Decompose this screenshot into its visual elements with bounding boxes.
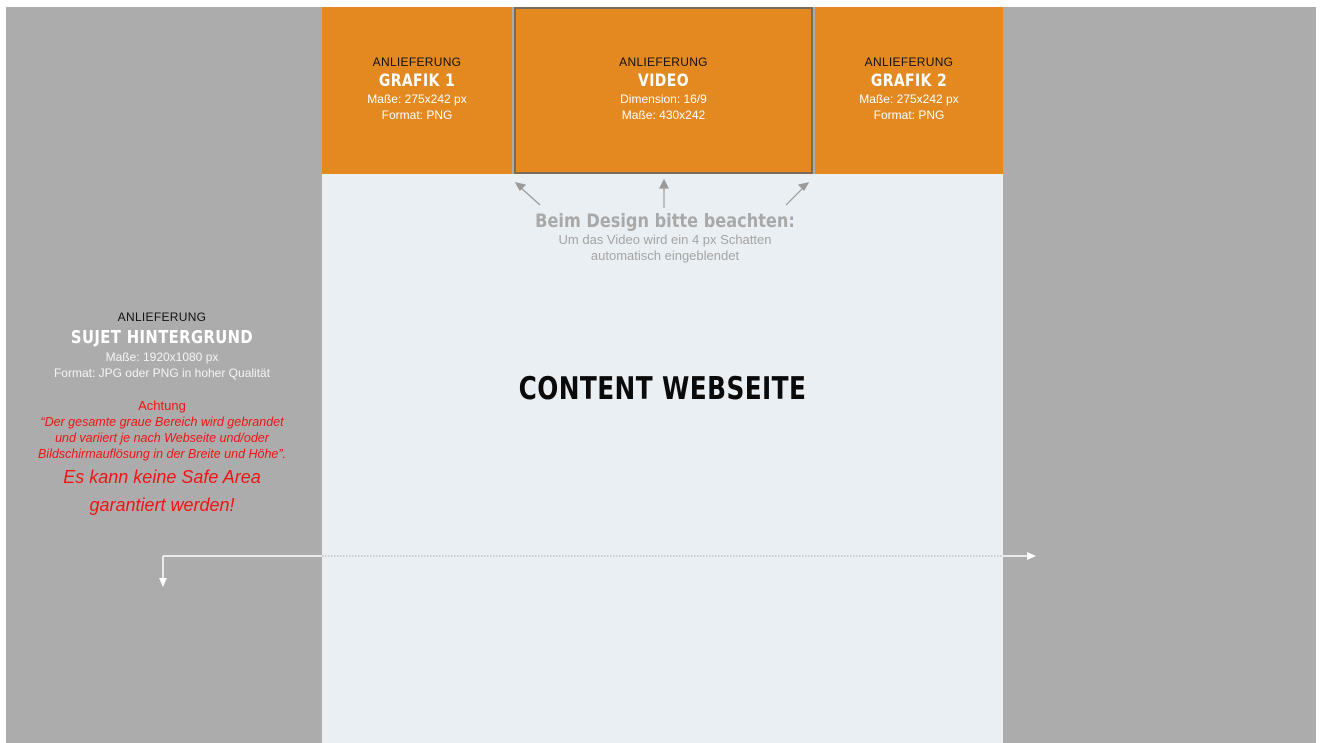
warning-heading: Achtung: [138, 398, 186, 413]
warning-quote-line: “Der gesamte graue Bereich wird gebrande…: [40, 415, 284, 429]
warning-safe-area-line: garantiert werden!: [89, 495, 235, 515]
design-note-line: automatisch eingeblendet: [590, 248, 740, 263]
design-note: Beim Design bitte beachten: Um das Video…: [500, 210, 830, 264]
warning-quote-line: Bildschirmauflösung in der Breite und Hö…: [37, 447, 287, 461]
design-note-heading: Beim Design bitte beachten:: [535, 210, 795, 232]
box-title: GRAFIK 2: [870, 71, 948, 91]
delivery-box-grafik-1: ANLIEFERUNG GRAFIK 1 Maße: 275x242 px Fo…: [322, 7, 512, 174]
design-note-line: Um das Video wird ein 4 px Schatten: [558, 232, 772, 247]
panel-spec-size: Maße: 1920x1080 px: [105, 350, 219, 364]
box-kicker: ANLIEFERUNG: [372, 55, 462, 69]
background-delivery-panel: ANLIEFERUNG SUJET HINTERGRUND Maße: 1920…: [8, 310, 316, 518]
box-spec-size: Maße: 275x242 px: [859, 92, 959, 106]
box-spec-format: Format: PNG: [381, 108, 453, 122]
box-spec-size: Maße: 275x242 px: [367, 92, 467, 106]
warning-quote-line: und variiert je nach Webseite und/oder: [55, 431, 269, 445]
box-title: VIDEO: [638, 71, 689, 91]
delivery-box-video: ANLIEFERUNG VIDEO Dimension: 16/9 Maße: …: [514, 7, 813, 174]
box-spec-dimension: Dimension: 16/9: [620, 92, 707, 106]
box-spec-size: Maße: 430x242: [621, 108, 706, 122]
delivery-box-grafik-2: ANLIEFERUNG GRAFIK 2 Maße: 275x242 px Fo…: [815, 7, 1003, 174]
warning-safe-area-line: Es kann keine Safe Area: [63, 467, 261, 487]
content-title: CONTENT WEBSEITE: [518, 371, 807, 407]
panel-kicker: ANLIEFERUNG: [117, 310, 207, 324]
panel-spec-format: Format: JPG oder PNG in hoher Qualität: [53, 366, 271, 380]
box-kicker: ANLIEFERUNG: [619, 55, 708, 69]
box-kicker: ANLIEFERUNG: [864, 55, 954, 69]
box-spec-format: Format: PNG: [873, 108, 945, 122]
panel-title: SUJET HINTERGRUND: [70, 327, 254, 348]
box-title: GRAFIK 1: [378, 71, 456, 91]
